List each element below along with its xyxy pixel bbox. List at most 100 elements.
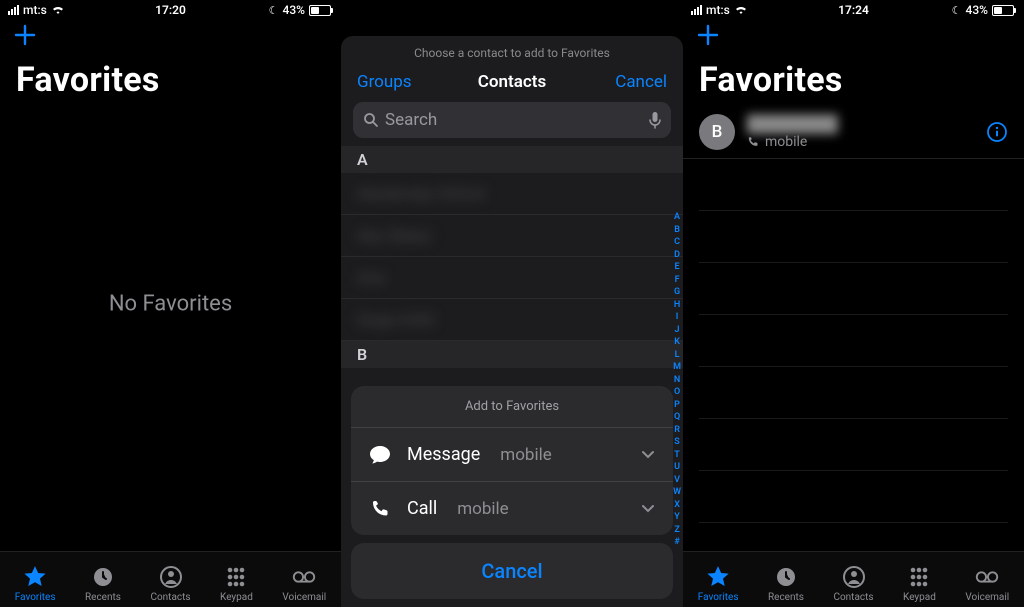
add-favorite-button[interactable] [683,20,733,50]
index-letter[interactable]: A [674,212,680,222]
index-letter[interactable]: Z [674,525,679,535]
clock: 17:20 [155,3,186,17]
list-row-empty [699,471,1008,523]
battery-icon [309,5,333,16]
phone-icon [747,136,759,148]
voicemail-icon [974,564,1000,590]
index-letter[interactable]: W [673,487,681,497]
avatar: B [699,114,735,150]
mic-icon[interactable] [649,111,661,129]
tab-contacts[interactable]: Contacts [150,564,190,603]
wifi-icon [51,5,65,15]
sheet-cancel-button[interactable]: Cancel [351,543,673,599]
message-icon [369,445,391,465]
wifi-icon [734,5,748,15]
contact-row[interactable]: Goga Arifić [341,299,683,341]
index-letter[interactable]: Q [674,412,680,422]
sheet-call-row[interactable]: Call mobile [351,482,673,535]
index-letter[interactable]: P [674,400,680,410]
index-letter[interactable]: C [674,237,680,247]
tab-keypad[interactable]: Keypad [220,564,253,603]
star-icon [705,564,731,590]
index-letter[interactable]: X [674,500,680,510]
favorite-name: ████████ [747,114,838,134]
index-letter[interactable]: T [674,450,680,460]
index-letter[interactable]: S [674,437,680,447]
list-row-empty [699,159,1008,211]
alphabet-index[interactable]: ABCDEFGHIJKLMNOPQRSTUVWXYZ # [673,212,681,547]
status-bar: mt:s 17:24 ☾ 43% [683,0,1024,20]
sheet-sub-label: mobile [500,445,551,465]
phone-icon [369,499,391,519]
screen-contact-picker: mt:s 17:23 ☾ 43% Choose a contact to add… [341,0,683,607]
clock-icon [90,564,116,590]
add-to-favorites-sheet: Add to Favorites Message mobile Call mob… [351,386,673,599]
list-row-empty [699,367,1008,419]
tab-contacts[interactable]: Contacts [833,564,873,603]
index-letter[interactable]: H [674,300,680,310]
index-letter[interactable]: V [674,475,680,485]
index-letter[interactable]: G [674,287,680,297]
search-placeholder: Search [385,110,437,130]
index-letter[interactable]: M [673,362,681,372]
index-letter[interactable]: F [675,275,680,285]
index-letter[interactable]: N [674,375,680,385]
tab-favorites[interactable]: Favorites [698,564,739,603]
sheet-sub-label: mobile [457,499,508,519]
dnd-icon: ☾ [952,4,962,17]
voicemail-icon [291,564,317,590]
tab-voicemail[interactable]: Voicemail [965,564,1009,603]
index-letter[interactable]: E [675,262,680,272]
index-letter[interactable]: Y [674,512,680,522]
favorite-row[interactable]: B ████████ mobile [683,106,1024,159]
list-row-empty [699,419,1008,471]
tab-recents[interactable]: Recents [768,564,804,603]
search-input[interactable]: Search [353,102,671,138]
battery-pct: 43% [283,3,305,17]
keypad-icon [906,564,932,590]
sheet-message-row[interactable]: Message mobile [351,428,673,482]
modal-cancel-button[interactable]: Cancel [615,72,667,92]
chevron-down-icon [641,504,655,514]
add-favorite-button[interactable] [0,20,50,50]
index-letter[interactable]: # [674,537,679,547]
index-letter[interactable]: I [676,312,679,322]
section-header-a: A [341,146,683,173]
modal-title: Contacts [478,72,546,92]
sheet-action-label: Message [407,444,480,465]
tab-recents[interactable]: Recents [85,564,121,603]
favorite-sub-label: mobile [765,134,807,150]
tab-bar: Favorites Recents Contacts Keypad Voicem… [683,551,1024,607]
tab-voicemail[interactable]: Voicemail [282,564,326,603]
index-letter[interactable]: R [674,425,680,435]
index-letter[interactable]: O [674,387,680,397]
tab-favorites[interactable]: Favorites [15,564,56,603]
star-icon [22,564,48,590]
contact-row[interactable]: Ana [341,257,683,299]
tab-bar: Favorites Recents Contacts Keypad Voicem… [0,551,341,607]
search-icon [363,112,379,128]
index-letter[interactable]: J [675,325,680,335]
dnd-icon: ☾ [269,4,279,17]
list-row-empty [699,263,1008,315]
contact-row[interactable]: Aku Šabac [341,215,683,257]
index-letter[interactable]: B [674,225,680,235]
index-letter[interactable]: U [674,462,680,472]
index-letter[interactable]: D [674,250,680,260]
page-title: Favorites [683,60,1024,100]
index-letter[interactable]: L [675,350,680,360]
battery-icon [992,5,1016,16]
page-title: Favorites [0,60,341,100]
battery-pct: 43% [966,3,988,17]
screen-favorites-empty: mt:s 17:20 ☾ 43% Favorites No Favorites … [0,0,341,607]
groups-button[interactable]: Groups [357,72,412,92]
person-icon [158,564,184,590]
info-button[interactable] [986,121,1008,143]
sheet-title: Add to Favorites [351,386,673,428]
tab-keypad[interactable]: Keypad [903,564,936,603]
index-letter[interactable]: K [674,337,680,347]
modal-prompt: Choose a contact to add to Favorites [341,36,683,66]
contact-row[interactable]: Akademija Oxford [341,173,683,215]
section-header-b: B [341,341,683,368]
carrier-label: mt:s [23,3,47,17]
